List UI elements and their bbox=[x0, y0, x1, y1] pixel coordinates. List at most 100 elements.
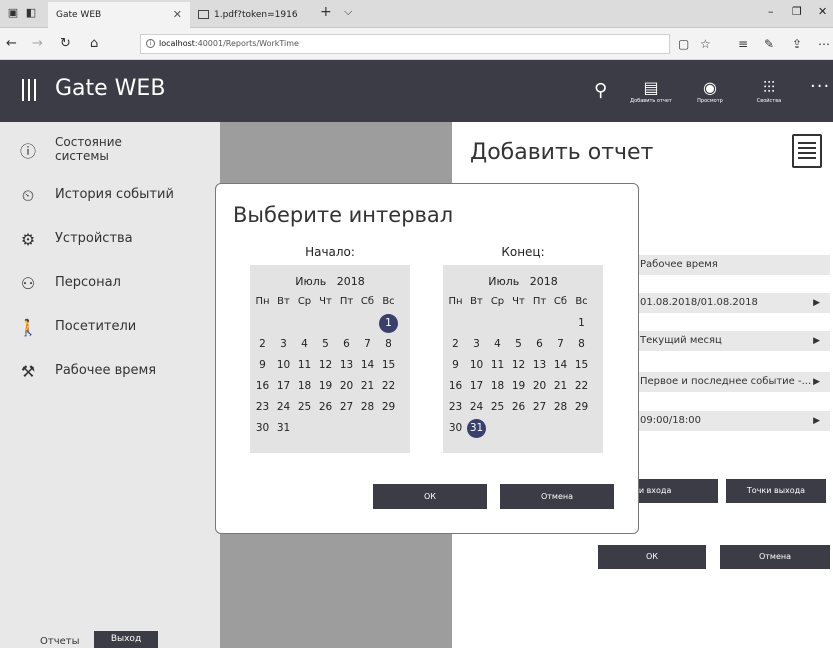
calendar-day[interactable]: 5 bbox=[316, 335, 335, 354]
minimize-icon[interactable]: – bbox=[768, 5, 774, 18]
calendar-day[interactable]: 10 bbox=[274, 356, 293, 375]
calendar-day[interactable]: 29 bbox=[379, 398, 398, 417]
panel-ok-button[interactable]: ОК bbox=[598, 545, 706, 569]
calendar-day[interactable]: 16 bbox=[446, 377, 465, 396]
favorites-hub-icon[interactable]: ≡ bbox=[738, 37, 748, 51]
calendar-day[interactable]: 17 bbox=[274, 377, 293, 396]
calendar-day[interactable]: 19 bbox=[509, 377, 528, 396]
tab-actions-icon[interactable]: ▣ bbox=[6, 6, 20, 20]
home-icon[interactable]: ⌂ bbox=[90, 36, 98, 51]
calendar-day[interactable]: 13 bbox=[337, 356, 356, 375]
calendar-day[interactable]: 2 bbox=[253, 335, 272, 354]
calendar-day[interactable]: 2 bbox=[446, 335, 465, 354]
dialog-cancel-button[interactable]: Отмена bbox=[500, 484, 614, 509]
window-close-icon[interactable]: ✕ bbox=[818, 5, 827, 18]
calendar-day[interactable]: 8 bbox=[572, 335, 591, 354]
calendar-day[interactable]: 4 bbox=[488, 335, 507, 354]
calendar-day[interactable]: 21 bbox=[551, 377, 570, 396]
calendar-day[interactable]: 23 bbox=[253, 398, 272, 417]
calendar-day[interactable]: 21 bbox=[358, 377, 377, 396]
calendar-day[interactable]: 31 bbox=[274, 419, 293, 438]
calendar-day[interactable]: 22 bbox=[379, 377, 398, 396]
calendar-day[interactable]: 26 bbox=[316, 398, 335, 417]
calendar-day[interactable]: 6 bbox=[530, 335, 549, 354]
calendar-day[interactable]: 6 bbox=[337, 335, 356, 354]
sidebar-item-system-status[interactable]: ⓘ Состояние системы bbox=[0, 132, 220, 172]
calendar-day[interactable]: 3 bbox=[274, 335, 293, 354]
calendar-day[interactable]: 11 bbox=[488, 356, 507, 375]
browser-tab-pdf[interactable]: 1.pdf?token=1916 bbox=[192, 2, 308, 28]
sidebar-item-worktime[interactable]: ⚒ Рабочее время bbox=[0, 352, 220, 392]
calendar-day[interactable]: 24 bbox=[467, 398, 486, 417]
panel-cancel-button[interactable]: Отмена bbox=[720, 545, 830, 569]
calendar-day[interactable]: 22 bbox=[572, 377, 591, 396]
work-hours-field[interactable]: 09:00/18:00 ▶ bbox=[630, 411, 830, 431]
calendar-day[interactable]: 16 bbox=[253, 377, 272, 396]
forward-icon[interactable]: → bbox=[32, 36, 43, 51]
reading-view-icon[interactable]: ▢ bbox=[678, 37, 689, 51]
period-field[interactable]: Текущий месяц ▶ bbox=[630, 331, 830, 351]
date-range-field[interactable]: 01.08.2018/01.08.2018 ▶ bbox=[630, 293, 830, 313]
calendar-day[interactable]: 10 bbox=[467, 356, 486, 375]
calendar-day[interactable]: 27 bbox=[530, 398, 549, 417]
calendar-day[interactable]: 23 bbox=[446, 398, 465, 417]
exit-points-button[interactable]: Точки выхода bbox=[726, 479, 826, 503]
preview-button[interactable]: ◉ Просмотр bbox=[685, 78, 735, 104]
sidebar-item-staff[interactable]: ⚇ Персонал bbox=[0, 264, 220, 304]
calendar-day[interactable]: 19 bbox=[316, 377, 335, 396]
pen-icon[interactable]: ✎ bbox=[764, 37, 774, 51]
sidebar-item-devices[interactable]: ⚙ Устройства bbox=[0, 220, 220, 260]
calendar-day[interactable]: 3 bbox=[467, 335, 486, 354]
calendar-day[interactable]: 26 bbox=[509, 398, 528, 417]
report-type-field[interactable]: Рабочее время bbox=[630, 255, 830, 275]
url-field[interactable]: i localhost:40001/Reports/WorkTime bbox=[140, 34, 670, 54]
calendar-day[interactable]: 20 bbox=[337, 377, 356, 396]
calendar-day[interactable]: 9 bbox=[446, 356, 465, 375]
calendar-day[interactable]: 14 bbox=[551, 356, 570, 375]
event-mode-field[interactable]: Первое и последнее событие -... ▶ bbox=[630, 372, 830, 392]
calendar-day[interactable]: 11 bbox=[295, 356, 314, 375]
calendar-day[interactable]: 5 bbox=[509, 335, 528, 354]
calendar-day[interactable]: 29 bbox=[572, 398, 591, 417]
properties-button[interactable]: ⫶⫶⫶ Свойства bbox=[744, 78, 794, 104]
exit-button[interactable]: Выход bbox=[94, 631, 158, 648]
dialog-ok-button[interactable]: ОК bbox=[373, 484, 487, 509]
menu-icon[interactable] bbox=[22, 79, 36, 101]
reports-link[interactable]: Отчеты bbox=[40, 636, 79, 647]
calendar-day[interactable]: 7 bbox=[358, 335, 377, 354]
calendar-day[interactable]: 30 bbox=[253, 419, 272, 438]
calendar-day[interactable]: 25 bbox=[488, 398, 507, 417]
share-icon[interactable]: ⇪ bbox=[792, 37, 802, 51]
info-icon[interactable]: i bbox=[146, 39, 155, 48]
new-tab-icon[interactable]: + bbox=[320, 4, 332, 20]
calendar-day[interactable]: 12 bbox=[509, 356, 528, 375]
close-icon[interactable]: ✕ bbox=[173, 2, 182, 28]
calendar-day[interactable]: 15 bbox=[572, 356, 591, 375]
calendar-day[interactable]: 9 bbox=[253, 356, 272, 375]
favorite-star-icon[interactable]: ☆ bbox=[700, 37, 711, 51]
calendar-day[interactable]: 24 bbox=[274, 398, 293, 417]
calendar-day[interactable]: 28 bbox=[551, 398, 570, 417]
calendar-day[interactable]: 1 bbox=[572, 314, 591, 333]
calendar-day[interactable]: 25 bbox=[295, 398, 314, 417]
search-icon[interactable]: ⚲ bbox=[594, 80, 607, 101]
calendar-day[interactable]: 27 bbox=[337, 398, 356, 417]
month-year[interactable]: Июль 2018 bbox=[443, 275, 603, 288]
calendar-day[interactable]: 20 bbox=[530, 377, 549, 396]
calendar-day[interactable]: 30 bbox=[446, 419, 465, 438]
sidebar-item-visitors[interactable]: 🚶 Посетители bbox=[0, 308, 220, 348]
calendar-day[interactable]: 31 bbox=[467, 419, 486, 438]
calendar-day[interactable]: 8 bbox=[379, 335, 398, 354]
calendar-day[interactable]: 15 bbox=[379, 356, 398, 375]
calendar-day[interactable]: 14 bbox=[358, 356, 377, 375]
tab-preview-icon[interactable]: ◧ bbox=[24, 6, 38, 20]
calendar-day[interactable]: 4 bbox=[295, 335, 314, 354]
refresh-icon[interactable]: ↻ bbox=[60, 36, 71, 51]
calendar-day[interactable]: 18 bbox=[488, 377, 507, 396]
calendar-day[interactable]: 18 bbox=[295, 377, 314, 396]
more-icon[interactable]: ··· bbox=[810, 76, 830, 97]
sidebar-item-history[interactable]: ⏲ История событий bbox=[0, 176, 220, 216]
calendar-day[interactable]: 17 bbox=[467, 377, 486, 396]
restore-icon[interactable]: ❐ bbox=[792, 5, 802, 18]
calendar-day[interactable]: 7 bbox=[551, 335, 570, 354]
